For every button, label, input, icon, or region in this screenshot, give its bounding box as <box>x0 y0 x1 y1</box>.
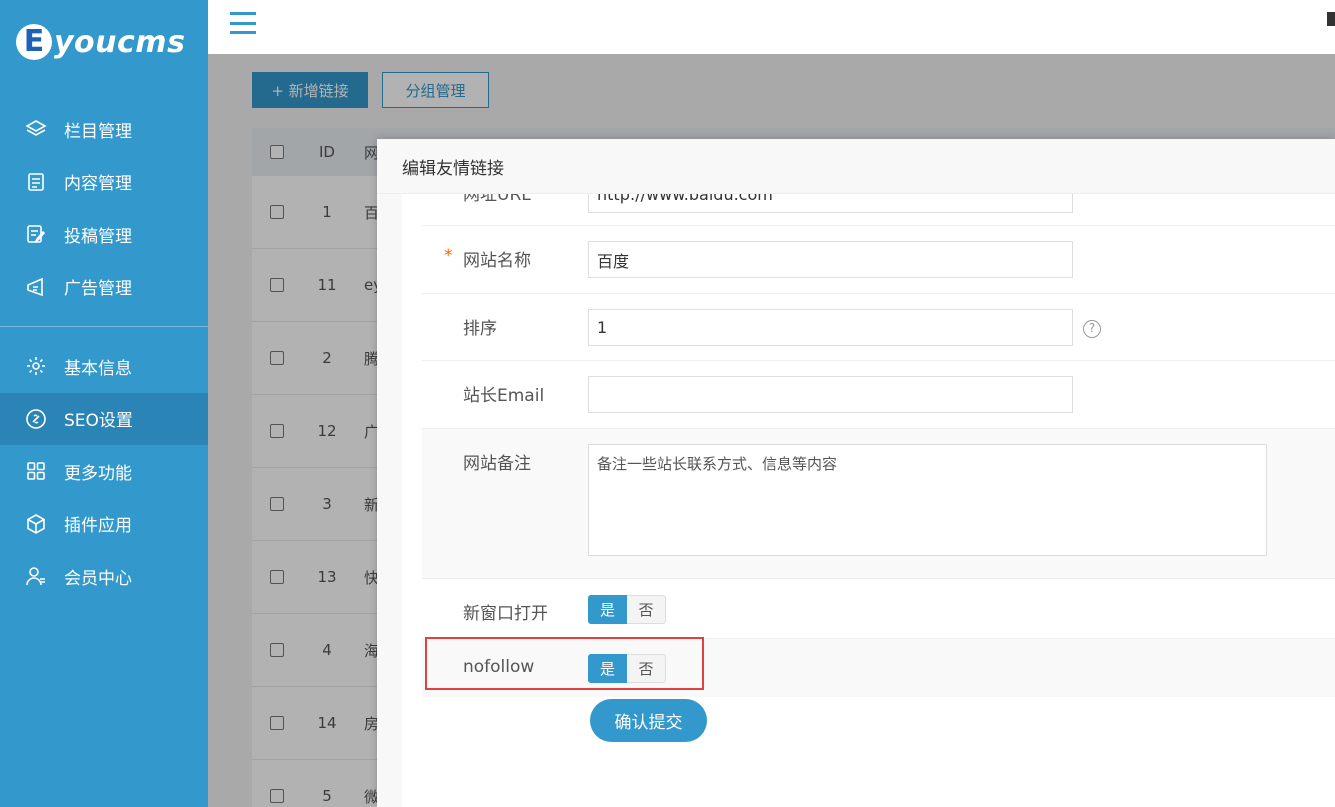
layers-icon <box>24 117 48 141</box>
logo[interactable]: E youcms <box>16 18 185 66</box>
sidebar-item-plugins[interactable]: 插件应用 <box>0 498 208 551</box>
new-window-yes-button[interactable]: 是 <box>588 595 627 624</box>
site-name-label: 网站名称 <box>463 251 531 271</box>
document-icon <box>24 170 48 194</box>
link-icon <box>24 407 48 431</box>
site-name-input[interactable]: 百度 <box>588 241 1073 278</box>
email-input[interactable] <box>588 376 1073 413</box>
sidebar-item-label: 更多功能 <box>64 463 132 484</box>
modal-title: 编辑友情链接 <box>377 139 1335 194</box>
edit-link-modal: 编辑友情链接 网址URL http://www.baidu.com * 网站名称… <box>377 139 1335 807</box>
sidebar-item-column[interactable]: 栏目管理 <box>0 103 208 156</box>
sidebar-item-label: 基本信息 <box>64 358 132 379</box>
sidebar-item-ads[interactable]: 广告管理 <box>0 261 208 314</box>
sort-input[interactable]: 1 <box>588 309 1073 346</box>
sidebar-item-label: 投稿管理 <box>64 226 132 247</box>
nofollow-highlight-box <box>425 637 704 690</box>
remark-textarea[interactable]: 备注一些站长联系方式、信息等内容 <box>588 444 1267 556</box>
sidebar-item-basic-info[interactable]: 基本信息 <box>0 340 208 393</box>
gear-icon <box>24 354 48 378</box>
ad-icon <box>24 275 48 299</box>
sidebar-item-content[interactable]: 内容管理 <box>0 156 208 209</box>
menu-toggle-icon[interactable] <box>230 12 256 34</box>
logo-mark: E <box>16 24 52 60</box>
edit-form: 网址URL http://www.baidu.com * 网站名称 百度 排序 … <box>402 194 1335 807</box>
submit-button[interactable]: 确认提交 <box>590 699 707 742</box>
required-mark: * <box>444 246 453 266</box>
help-icon[interactable]: ? <box>1083 320 1101 338</box>
new-window-toggle: 是 否 <box>588 595 666 624</box>
sidebar-item-members[interactable]: 会员中心 <box>0 550 208 603</box>
sidebar-nav: 栏目管理 内容管理 投稿管理 广告管理 基本信息 SEO设置 更多功能 插件应用… <box>0 103 208 603</box>
new-window-row: 新窗口打开 是 否 <box>422 579 1335 639</box>
sort-label: 排序 <box>463 319 497 339</box>
url-label: 网址URL <box>463 194 531 205</box>
sidebar-divider <box>0 326 208 327</box>
new-window-no-button[interactable]: 否 <box>627 595 666 624</box>
sidebar-item-label: 会员中心 <box>64 568 132 589</box>
edit-doc-icon <box>24 222 48 246</box>
remark-label: 网站备注 <box>463 454 531 474</box>
sort-row: 排序 1 ? <box>422 294 1335 361</box>
sidebar-item-label: 栏目管理 <box>64 121 132 142</box>
modal-body: 网址URL http://www.baidu.com * 网站名称 百度 排序 … <box>377 194 1335 807</box>
sidebar-item-label: SEO设置 <box>64 411 133 432</box>
sidebar-item-more[interactable]: 更多功能 <box>0 445 208 498</box>
sidebar-item-label: 内容管理 <box>64 174 132 195</box>
email-label: 站长Email <box>463 386 545 406</box>
sidebar-item-submission[interactable]: 投稿管理 <box>0 208 208 261</box>
email-row: 站长Email <box>422 361 1335 429</box>
monitor-icon[interactable] <box>1327 12 1335 26</box>
sidebar: E youcms 栏目管理 内容管理 投稿管理 广告管理 基本信息 SEO设置 … <box>0 0 208 807</box>
user-icon <box>24 564 48 588</box>
cube-icon <box>24 512 48 536</box>
site-name-row: * 网站名称 百度 <box>422 226 1335 294</box>
top-header <box>208 0 1335 54</box>
sidebar-item-seo[interactable]: SEO设置 <box>0 392 208 445</box>
new-window-label: 新窗口打开 <box>463 604 548 624</box>
sidebar-item-label: 广告管理 <box>64 279 132 300</box>
grid-icon <box>24 459 48 483</box>
url-input[interactable]: http://www.baidu.com <box>588 194 1073 213</box>
remark-row: 网站备注 备注一些站长联系方式、信息等内容 <box>422 429 1335 579</box>
sidebar-item-label: 插件应用 <box>64 516 132 537</box>
url-row: 网址URL http://www.baidu.com <box>422 194 1335 226</box>
logo-text: youcms <box>54 24 186 60</box>
